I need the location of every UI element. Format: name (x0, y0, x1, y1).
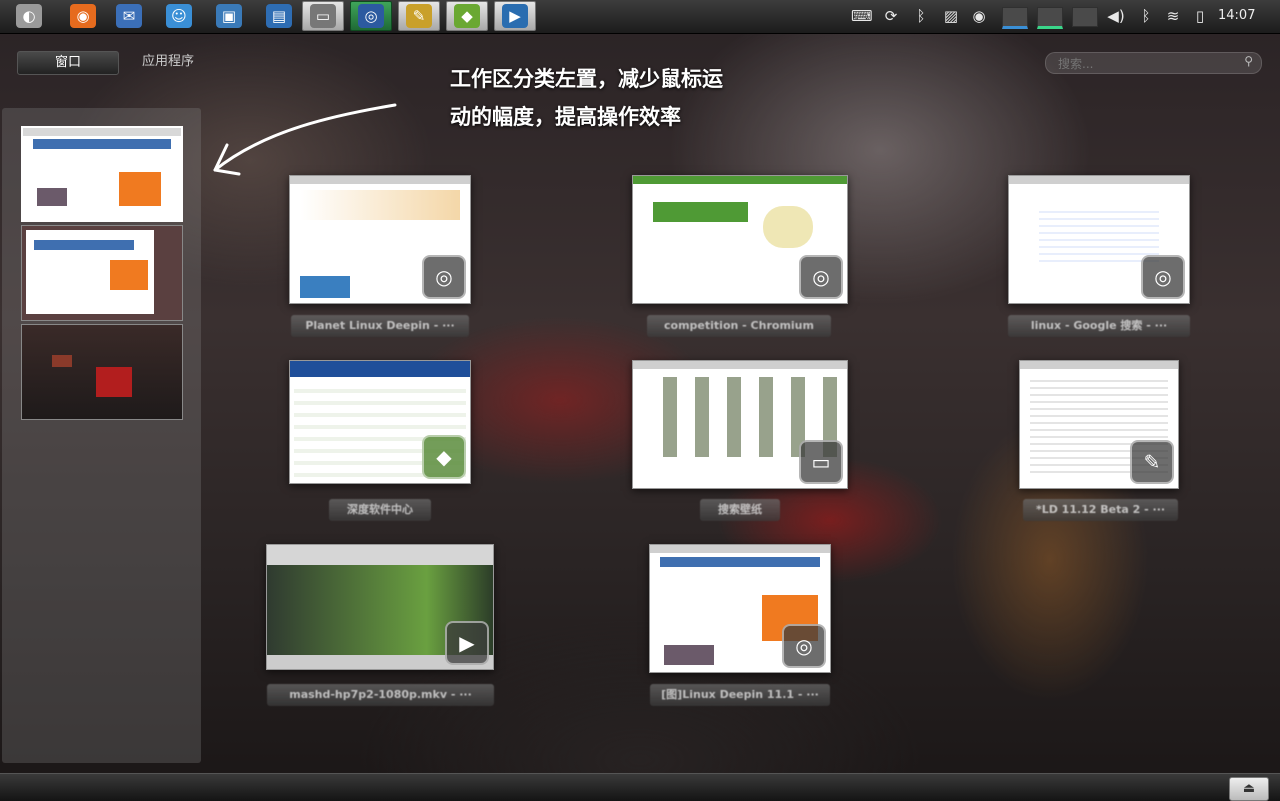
workspace-thumbnail-1[interactable] (21, 126, 183, 222)
windows-mode-button[interactable]: 窗口 (17, 51, 119, 75)
browser-icon: ◎ (782, 624, 826, 668)
launcher-software-center[interactable]: ◆ (446, 1, 488, 31)
window-title-5: *LD 11.12 Beta 2 - ··· (1023, 499, 1178, 521)
workspace-sidebar (2, 108, 201, 763)
bottom-panel: ⏏ (0, 773, 1280, 801)
window-thumbnail-video-player[interactable]: ▶ (266, 544, 494, 670)
workspace-thumbnail-3[interactable] (21, 324, 183, 420)
text-editor-icon: ✎ (1130, 440, 1174, 484)
browser-icon: ◎ (1141, 255, 1185, 299)
window-title-1: competition - Chromium (647, 315, 831, 337)
search-box[interactable]: ⚲ (1045, 52, 1262, 74)
window-thumbnail-competition-chromium[interactable]: ◎ (632, 175, 848, 304)
display-icon[interactable]: ▨ (941, 6, 961, 26)
launcher-image-viewer[interactable]: ▣ (208, 1, 250, 31)
file-manager-icon: ▭ (310, 4, 336, 28)
workspace-thumbnail-2[interactable] (21, 225, 183, 321)
launcher-firefox[interactable]: ◉ (62, 1, 104, 31)
browser-icon: ◎ (799, 255, 843, 299)
wifi-icon[interactable]: ≋ (1163, 6, 1183, 26)
window-title-0: Planet Linux Deepin - ··· (291, 315, 469, 337)
window-title-3: 深度软件中心 (329, 499, 431, 521)
bluetooth-icon[interactable]: ᛒ (1136, 6, 1156, 26)
search-input[interactable] (1056, 56, 1240, 72)
clock[interactable]: 14:07 (1218, 8, 1255, 23)
window-thumbnail-text-editor[interactable]: ✎ (1019, 360, 1179, 489)
caption-line-1: 工作区分类左置，减少鼠标运 (450, 67, 723, 91)
launcher-browser[interactable]: ◎ (350, 1, 392, 31)
window-title-2: linux - Google 搜索 - ··· (1008, 315, 1190, 337)
window-title-4: 搜索壁纸 (700, 499, 780, 521)
text-editor-icon: ✎ (406, 4, 432, 28)
caption-line-2: 动的幅度，提高操作效率 (450, 105, 681, 129)
window-thumbnail-planet-linux-deepin[interactable]: ◎ (289, 175, 471, 304)
volume-icon[interactable]: ◀) (1106, 6, 1126, 26)
launcher-video-player[interactable]: ▶ (494, 1, 536, 31)
firefox-icon: ◉ (70, 4, 96, 28)
window-thumbnail-linux-deepin-11[interactable]: ◎ (649, 544, 831, 673)
window-thumbnail-file-manager[interactable]: ▭ (632, 360, 848, 489)
annotation-arrow-icon (213, 103, 397, 176)
launcher-thunderbird[interactable]: ✉ (108, 1, 150, 31)
image-viewer-icon: ▣ (216, 4, 242, 28)
annotation-caption: 工作区分类左置，减少鼠标运 动的幅度，提高操作效率 (450, 60, 810, 136)
keyboard-icon[interactable]: ⌨ (851, 6, 873, 26)
launcher-chat[interactable]: ☺ (158, 1, 200, 31)
window-title-6: mashd-hp7p2-1080p.mkv - ··· (267, 684, 494, 706)
deepin-logo-icon: ◐ (16, 4, 42, 28)
thunderbird-icon: ✉ (116, 4, 142, 28)
launcher-text-editor[interactable]: ✎ (398, 1, 440, 31)
video-player-icon: ▶ (445, 621, 489, 665)
file-manager-icon: ▭ (799, 440, 843, 484)
software-center-icon: ◆ (454, 4, 480, 28)
eject-icon[interactable]: ⏏ (1229, 777, 1269, 801)
search-icon[interactable]: ⚲ (1244, 54, 1253, 68)
document-icon: ▤ (266, 4, 292, 28)
top-panel: ◐ ◉ ✉ ☺ ▣ ▤ ▭ ◎ ✎ ◆ ▶ ⌨ ⟳ ᛒ ▨ ◉ ◀) ᛒ ≋ ▯ 14:07 (0, 0, 1280, 34)
window-thumbnail-linux-google[interactable]: ◎ (1008, 175, 1190, 304)
chat-icon: ☺ (166, 4, 192, 28)
window-title-7: [图]Linux Deepin 11.1 - ··· (650, 684, 830, 706)
software-center-icon: ◆ (422, 435, 466, 479)
battery-icon[interactable]: ▯ (1190, 6, 1210, 26)
workspace-switcher-2[interactable] (1037, 7, 1063, 29)
launcher-deepin-logo[interactable]: ◐ (8, 1, 50, 31)
window-thumbnail-software-center[interactable]: ◆ (289, 360, 471, 484)
bluetooth-icon[interactable]: ᛒ (911, 6, 931, 26)
workspace-switcher-3[interactable] (1072, 7, 1098, 27)
video-player-icon: ▶ (502, 4, 528, 28)
browser-icon: ◎ (358, 4, 384, 28)
launcher-document[interactable]: ▤ (258, 1, 300, 31)
applications-mode-button[interactable]: 应用程序 (128, 51, 208, 73)
launcher-file-manager[interactable]: ▭ (302, 1, 344, 31)
sync-icon[interactable]: ⟳ (881, 6, 901, 26)
browser-icon: ◎ (422, 255, 466, 299)
workspace-switcher-1[interactable] (1002, 7, 1028, 29)
disc-icon[interactable]: ◉ (969, 6, 989, 26)
